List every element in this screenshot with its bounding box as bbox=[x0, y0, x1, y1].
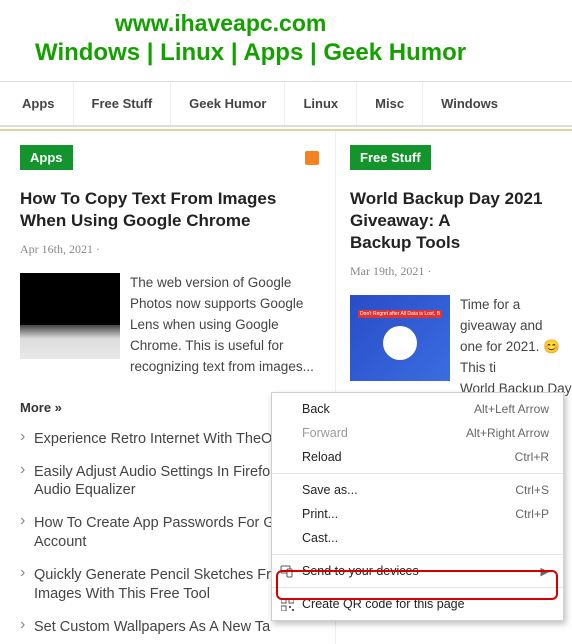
nav-geek-humor[interactable]: Geek Humor bbox=[171, 82, 285, 125]
ctx-accel: Ctrl+P bbox=[515, 507, 549, 521]
ctx-label: Forward bbox=[302, 426, 466, 440]
ctx-save-as[interactable]: Save as... Ctrl+S bbox=[272, 478, 563, 502]
article-excerpt-left: The web version of Google Photos now sup… bbox=[130, 273, 323, 378]
site-url: www.ihaveapc.com bbox=[115, 10, 552, 37]
ctx-label: Send to your devices bbox=[302, 564, 541, 578]
ctx-accel: Ctrl+R bbox=[515, 450, 549, 464]
nav-free-stuff[interactable]: Free Stuff bbox=[74, 82, 172, 125]
ctx-separator bbox=[272, 554, 563, 555]
ctx-label: Print... bbox=[302, 507, 515, 521]
context-menu: Back Alt+Left Arrow Forward Alt+Right Ar… bbox=[271, 392, 564, 621]
ctx-forward[interactable]: Forward Alt+Right Arrow bbox=[272, 421, 563, 445]
nav-apps[interactable]: Apps bbox=[4, 82, 74, 125]
ctx-label: Reload bbox=[302, 450, 515, 464]
ctx-print[interactable]: Print... Ctrl+P bbox=[272, 502, 563, 526]
article-thumb-left[interactable] bbox=[20, 273, 120, 359]
category-badge-apps[interactable]: Apps bbox=[20, 145, 73, 170]
chevron-right-icon: ▶ bbox=[541, 565, 549, 578]
ctx-cast[interactable]: Cast... bbox=[272, 526, 563, 550]
article-thumb-right[interactable]: Don't Regret after All Data is Lost, B bbox=[350, 295, 450, 381]
ctx-accel: Alt+Right Arrow bbox=[466, 426, 549, 440]
devices-icon bbox=[280, 564, 294, 578]
site-tagline: Windows | Linux | Apps | Geek Humor bbox=[35, 39, 552, 67]
article-date-left: Apr 16th, 2021 · bbox=[20, 242, 323, 257]
main-nav: Apps Free Stuff Geek Humor Linux Misc Wi… bbox=[0, 81, 572, 127]
article-title-left[interactable]: How To Copy Text From Images When Using … bbox=[20, 188, 323, 232]
ctx-send-to-devices[interactable]: Send to your devices ▶ bbox=[272, 559, 563, 583]
nav-windows[interactable]: Windows bbox=[423, 82, 516, 125]
ctx-label: Save as... bbox=[302, 483, 515, 497]
ctx-accel: Alt+Left Arrow bbox=[474, 402, 549, 416]
thumb-graphic bbox=[383, 326, 417, 360]
category-badge-free-stuff[interactable]: Free Stuff bbox=[350, 145, 431, 170]
thumb-banner-text: Don't Regret after All Data is Lost, B bbox=[358, 310, 442, 318]
ctx-reload[interactable]: Reload Ctrl+R bbox=[272, 445, 563, 469]
nav-linux[interactable]: Linux bbox=[285, 82, 357, 125]
nav-misc[interactable]: Misc bbox=[357, 82, 423, 125]
ctx-label: Cast... bbox=[302, 531, 549, 545]
rss-icon[interactable] bbox=[305, 151, 319, 165]
ctx-separator bbox=[272, 587, 563, 588]
ctx-separator bbox=[272, 473, 563, 474]
article-title-right[interactable]: World Backup Day 2021 Giveaway: A Backup… bbox=[350, 188, 572, 254]
ctx-create-qr-code[interactable]: Create QR code for this page bbox=[272, 592, 563, 616]
ctx-label: Back bbox=[302, 402, 474, 416]
article-date-right: Mar 19th, 2021 · bbox=[350, 264, 572, 279]
ctx-accel: Ctrl+S bbox=[515, 483, 549, 497]
ctx-back[interactable]: Back Alt+Left Arrow bbox=[272, 397, 563, 421]
